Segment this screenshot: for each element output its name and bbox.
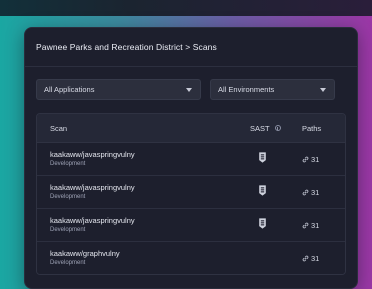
scan-environment: Development — [50, 226, 86, 233]
paths-count: 31 — [311, 220, 320, 230]
paths-count: 31 — [311, 154, 320, 164]
environments-dropdown-label: All Environments — [218, 85, 275, 94]
scans-table: Scan SAST Paths kaakaww/javaspringvulny … — [36, 113, 346, 275]
filters-bar: All Applications All Environments — [25, 67, 357, 100]
scan-name[interactable]: kaakaww/javaspringvulny — [50, 150, 250, 160]
paths-cell: 31 — [302, 254, 345, 263]
column-header-sast-label: SAST — [250, 123, 270, 133]
scan-environment: Development — [50, 160, 86, 167]
table-row[interactable]: kaakaww/javaspringvulny Development 31 — [37, 143, 345, 176]
scan-environment: Development — [50, 193, 86, 200]
scans-panel: Pawnee Parks and Recreation District > S… — [24, 27, 358, 289]
paths-count: 31 — [311, 187, 320, 197]
link-icon — [302, 156, 309, 162]
paths-cell: 31 — [302, 188, 345, 197]
tag-icon — [259, 152, 266, 163]
applications-dropdown-label: All Applications — [44, 85, 95, 94]
chevron-down-icon — [320, 87, 326, 92]
table-row[interactable]: kaakaww/javaspringvulny Development 31 — [37, 176, 345, 209]
applications-dropdown[interactable]: All Applications — [36, 79, 201, 100]
link-icon — [302, 222, 309, 228]
background-top-strip — [0, 0, 372, 16]
scan-environment: Development — [50, 259, 86, 266]
info-icon[interactable] — [274, 125, 281, 131]
environments-dropdown[interactable]: All Environments — [210, 79, 335, 100]
sast-cell — [250, 183, 302, 201]
table-row[interactable]: kaakaww/graphvulny Development 31 — [37, 242, 345, 274]
scan-name[interactable]: kaakaww/javaspringvulny — [50, 216, 250, 226]
breadcrumb: Pawnee Parks and Recreation District > S… — [36, 42, 217, 52]
link-icon — [302, 189, 309, 195]
scan-cell: kaakaww/javaspringvulny Development — [37, 216, 250, 235]
sast-cell — [250, 150, 302, 168]
panel-header: Pawnee Parks and Recreation District > S… — [25, 28, 357, 67]
scan-cell: kaakaww/javaspringvulny Development — [37, 183, 250, 202]
paths-cell: 31 — [302, 221, 345, 230]
column-header-sast[interactable]: SAST — [250, 124, 302, 133]
paths-cell: 31 — [302, 155, 345, 164]
tag-icon — [259, 185, 266, 196]
scan-name[interactable]: kaakaww/graphvulny — [50, 249, 250, 259]
scan-cell: kaakaww/graphvulny Development — [37, 249, 250, 268]
table-row[interactable]: kaakaww/javaspringvulny Development 31 — [37, 209, 345, 242]
scan-cell: kaakaww/javaspringvulny Development — [37, 150, 250, 169]
link-icon — [302, 255, 309, 261]
sast-cell — [250, 216, 302, 234]
column-header-paths[interactable]: Paths — [302, 124, 345, 133]
chevron-down-icon — [186, 87, 192, 92]
tag-icon — [259, 218, 266, 229]
paths-count: 31 — [311, 253, 320, 263]
table-header: Scan SAST Paths — [37, 114, 345, 143]
column-header-scan[interactable]: Scan — [37, 124, 250, 133]
scan-name[interactable]: kaakaww/javaspringvulny — [50, 183, 250, 193]
